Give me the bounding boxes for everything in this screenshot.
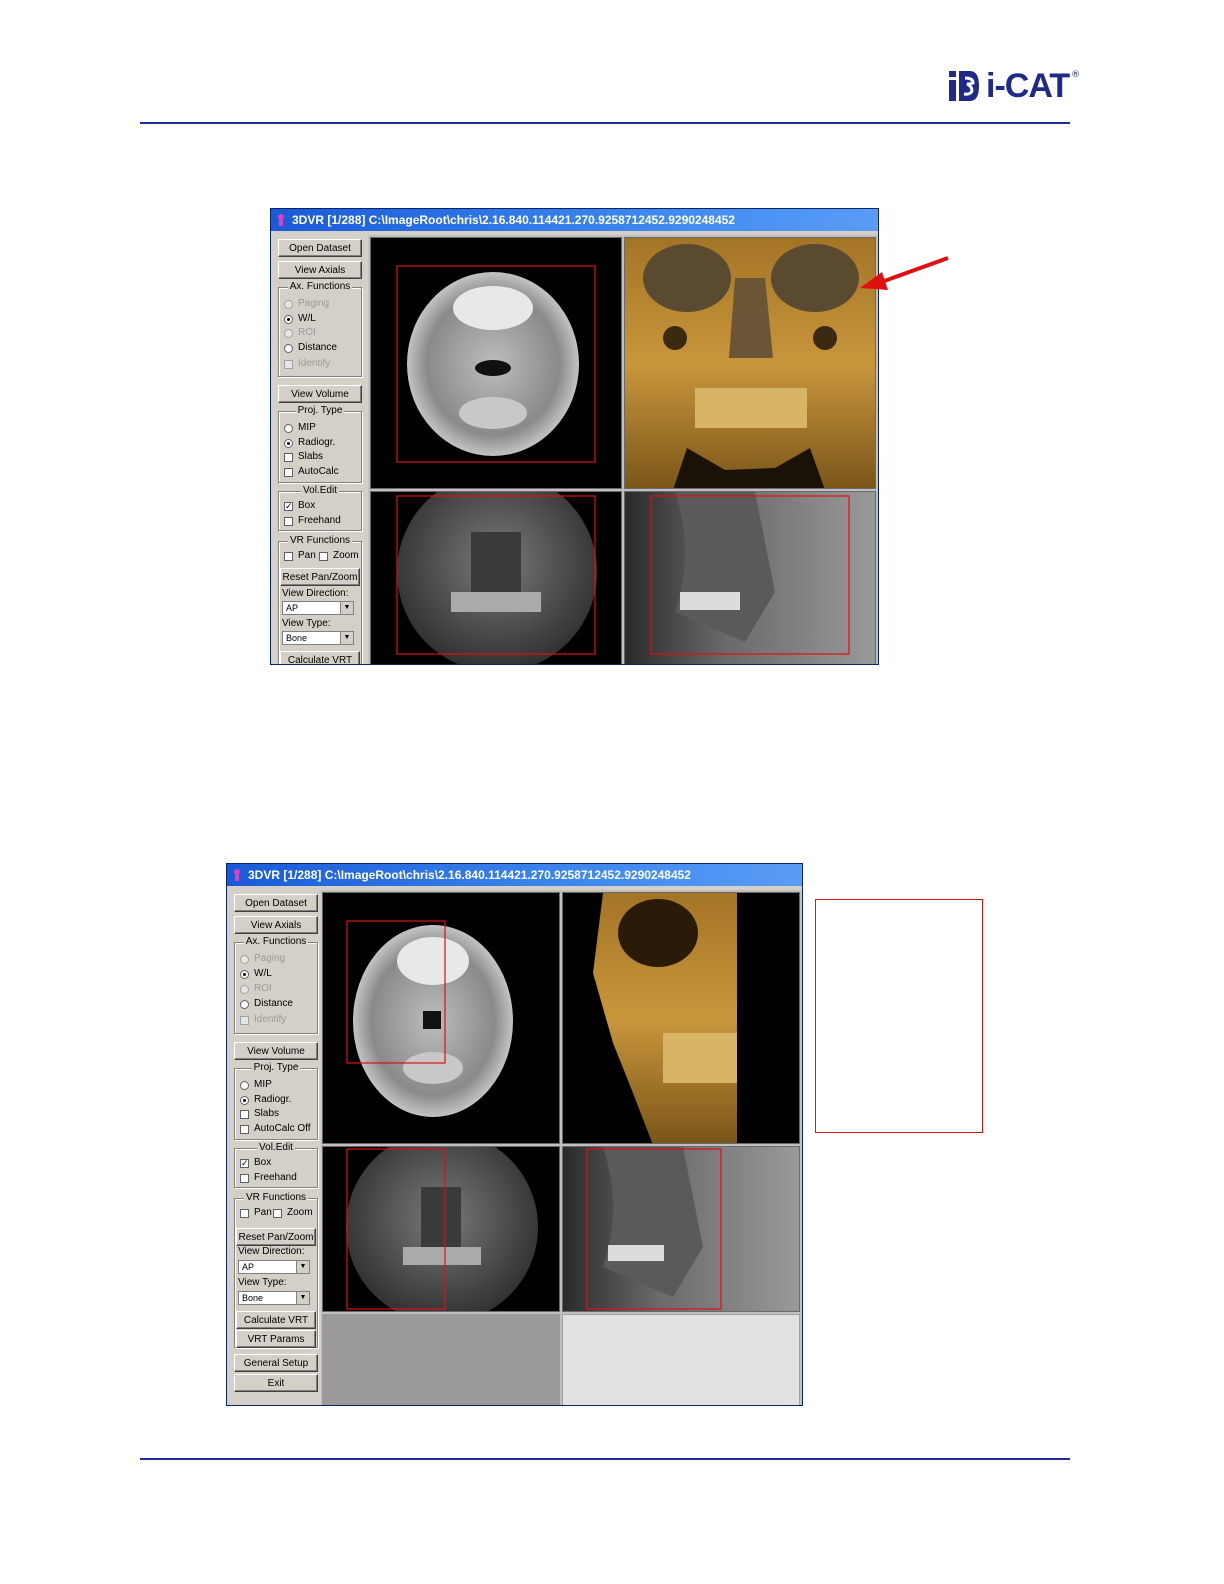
vol-edit-title: Vol.Edit: [301, 485, 339, 496]
volume-render-view[interactable]: [562, 892, 800, 1144]
box-checkbox[interactable]: ✓ Box: [284, 500, 315, 512]
header-rule: [140, 122, 1070, 124]
identify-checkbox[interactable]: Identify: [284, 358, 330, 370]
proj-type-title: Proj. Type: [295, 405, 345, 416]
autocalc-checkbox[interactable]: AutoCalc: [284, 466, 339, 478]
vr-functions-title: VR Functions: [287, 535, 353, 546]
vol-edit-group: Vol.Edit ✓ Box Freehand: [278, 485, 362, 531]
reset-pan-zoom-button[interactable]: Reset Pan/Zoom: [236, 1228, 316, 1246]
calculate-vrt-button[interactable]: Calculate VRT: [236, 1311, 316, 1329]
callout-box: [815, 899, 983, 1133]
views-area: [368, 235, 878, 664]
axial-view[interactable]: [370, 237, 622, 489]
ap-projection-view[interactable]: [322, 1146, 560, 1312]
open-dataset-button[interactable]: Open Dataset: [234, 894, 318, 912]
dropdown-arrow-icon[interactable]: ▼: [340, 632, 353, 644]
volume-render-view[interactable]: [624, 237, 876, 489]
views-area: [321, 890, 802, 1405]
view-axials-button[interactable]: View Axials: [234, 916, 318, 934]
radiogr-radio[interactable]: Radiogr.: [240, 1094, 291, 1106]
lateral-projection-view[interactable]: [562, 1146, 800, 1312]
wl-radio[interactable]: W/L: [284, 313, 316, 325]
callout-arrow-icon: [860, 256, 949, 290]
box-checkbox[interactable]: ✓ Box: [240, 1157, 271, 1169]
vol-edit-title: Vol.Edit: [257, 1142, 295, 1153]
view-type-select[interactable]: Bone ▼: [238, 1291, 310, 1305]
i-cat-logo: i-CAT ®: [948, 66, 1080, 106]
mip-radio[interactable]: MIP: [284, 422, 316, 434]
view-type-select[interactable]: Bone ▼: [282, 631, 354, 645]
view-direction-select[interactable]: AP ▼: [238, 1260, 310, 1274]
vrt-params-button[interactable]: VRT Params: [236, 1330, 316, 1348]
view-volume-button[interactable]: View Volume: [278, 385, 362, 403]
pan-checkbox[interactable]: Pan: [240, 1207, 272, 1219]
identify-checkbox[interactable]: Identify: [240, 1014, 286, 1026]
calculate-vrt-button[interactable]: Calculate VRT: [280, 651, 360, 664]
paging-radio[interactable]: Paging: [284, 298, 329, 310]
proj-type-group: Proj. Type MIP Radiogr. Slabs AutoCalc: [278, 405, 362, 483]
paging-radio[interactable]: Paging: [240, 953, 285, 965]
dropdown-arrow-icon[interactable]: ▼: [296, 1292, 309, 1304]
window-title: 3DVR [1/288] C:\ImageRoot\chris\2.16.840…: [248, 868, 691, 882]
view-type-label: View Type:: [282, 618, 331, 629]
registered-mark: ®: [1071, 70, 1081, 80]
slabs-checkbox[interactable]: Slabs: [284, 451, 323, 463]
view-volume-button[interactable]: View Volume: [234, 1042, 318, 1060]
slabs-checkbox[interactable]: Slabs: [240, 1108, 279, 1120]
control-panel: Open Dataset View Axials Ax. Functions P…: [274, 235, 364, 664]
control-panel: Open Dataset View Axials Ax. Functions P…: [230, 890, 318, 1405]
dropdown-arrow-icon[interactable]: ▼: [340, 602, 353, 614]
window-3dvr-bottom: 3DVR [1/288] C:\ImageRoot\chris\2.16.840…: [226, 863, 803, 1406]
wl-radio[interactable]: W/L: [240, 968, 272, 980]
view-type-label: View Type:: [238, 1277, 287, 1288]
window-title: 3DVR [1/288] C:\ImageRoot\chris\2.16.840…: [292, 213, 735, 227]
ap-projection-view[interactable]: [370, 491, 622, 664]
footer-rule: [140, 1458, 1070, 1460]
open-dataset-button[interactable]: Open Dataset: [278, 239, 362, 257]
roi-radio[interactable]: ROI: [240, 983, 272, 995]
empty-view-area: [562, 1314, 800, 1405]
freehand-checkbox[interactable]: Freehand: [240, 1172, 297, 1184]
proj-type-title: Proj. Type: [251, 1062, 301, 1073]
zoom-checkbox[interactable]: Zoom: [273, 1207, 313, 1219]
dropdown-arrow-icon[interactable]: ▼: [296, 1261, 309, 1273]
proj-type-group: Proj. Type MIP Radiogr. Slabs AutoCalc O…: [234, 1062, 318, 1140]
radiogr-radio[interactable]: Radiogr.: [284, 437, 335, 449]
axial-view[interactable]: [322, 892, 560, 1144]
mip-radio[interactable]: MIP: [240, 1079, 272, 1091]
title-bar[interactable]: 3DVR [1/288] C:\ImageRoot\chris\2.16.840…: [227, 864, 802, 886]
ax-functions-title: Ax. Functions: [287, 281, 353, 292]
view-direction-label: View Direction:: [238, 1246, 305, 1257]
vr-functions-title: VR Functions: [243, 1192, 309, 1203]
window-3dvr-top: 3DVR [1/288] C:\ImageRoot\chris\2.16.840…: [270, 208, 879, 665]
lateral-projection-view[interactable]: [624, 491, 876, 664]
zoom-checkbox[interactable]: Zoom: [319, 550, 359, 562]
logo-mark-icon: [949, 71, 979, 101]
title-bar[interactable]: 3DVR [1/288] C:\ImageRoot\chris\2.16.840…: [271, 209, 878, 231]
ax-functions-group: Ax. Functions Paging W/L ROI Distance Id…: [234, 936, 318, 1034]
vol-edit-group: Vol.Edit ✓ Box Freehand: [234, 1142, 318, 1188]
view-axials-button[interactable]: View Axials: [278, 261, 362, 279]
ax-functions-group: Ax. Functions Paging W/L ROI Distance Id…: [278, 281, 362, 377]
autocalc-checkbox[interactable]: AutoCalc Off: [240, 1123, 311, 1135]
distance-radio[interactable]: Distance: [240, 998, 293, 1010]
exit-button[interactable]: Exit: [234, 1374, 318, 1392]
reset-pan-zoom-button[interactable]: Reset Pan/Zoom: [280, 568, 360, 586]
view-direction-label: View Direction:: [282, 588, 349, 599]
freehand-checkbox[interactable]: Freehand: [284, 515, 341, 527]
distance-radio[interactable]: Distance: [284, 342, 337, 354]
roi-radio[interactable]: ROI: [284, 327, 316, 339]
app-icon: [278, 214, 284, 226]
pan-checkbox[interactable]: Pan: [284, 550, 316, 562]
app-icon: [234, 869, 240, 881]
general-setup-button[interactable]: General Setup: [234, 1354, 318, 1372]
ax-functions-title: Ax. Functions: [243, 936, 309, 947]
logo-text: i-CAT: [986, 66, 1070, 105]
view-direction-select[interactable]: AP ▼: [282, 601, 354, 615]
empty-view-area: [322, 1314, 560, 1405]
